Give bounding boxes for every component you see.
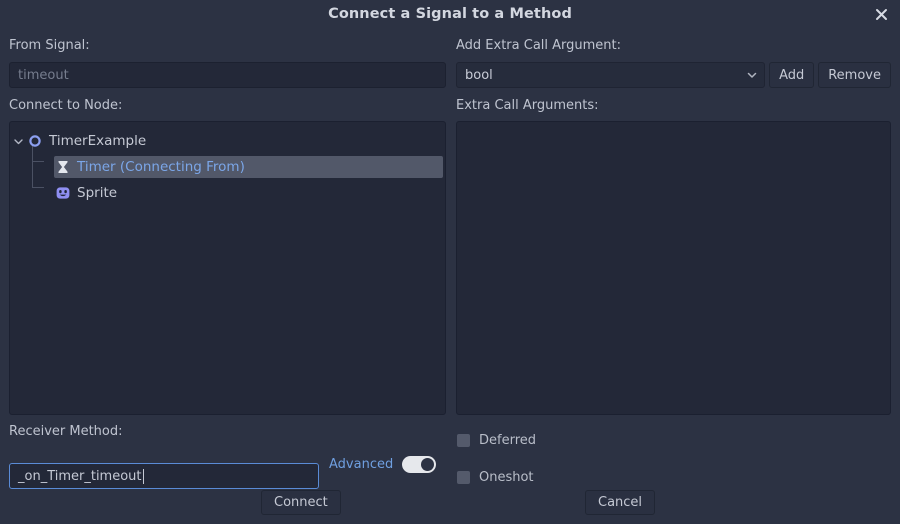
extra-call-argument-label: Add Extra Call Argument: — [456, 38, 622, 53]
node2d-icon — [26, 132, 44, 150]
advanced-label: Advanced — [329, 457, 394, 472]
receiver-method-label: Receiver Method: — [9, 424, 123, 439]
advanced-toggle-group[interactable]: Advanced — [329, 456, 437, 473]
close-icon[interactable] — [870, 3, 892, 25]
tree-node-sprite[interactable]: Sprite — [10, 180, 445, 206]
checkbox-label: Oneshot — [479, 469, 534, 485]
text-caret — [142, 468, 144, 484]
checkbox-oneshot[interactable]: Oneshot — [457, 467, 536, 487]
tree-node-label: Sprite — [77, 185, 118, 201]
from-signal-input[interactable]: timeout — [9, 62, 446, 88]
chevron-down-icon[interactable] — [10, 136, 26, 147]
extra-call-arguments-panel[interactable] — [456, 121, 891, 415]
checkbox-deferred[interactable]: Deferred — [457, 430, 536, 450]
advanced-toggle-knob — [421, 458, 435, 471]
tree-node-timerexample[interactable]: TimerExample — [10, 128, 445, 154]
tree-node-label: TimerExample — [49, 133, 147, 149]
tree-node-timer[interactable]: Timer (Connecting From) — [10, 154, 445, 180]
advanced-toggle[interactable] — [402, 456, 437, 473]
receiver-method-value: _on_Timer_timeout — [18, 468, 142, 484]
node-tree[interactable]: TimerExample Timer (Connecting From) Sprit… — [10, 122, 445, 206]
sprite-icon — [54, 184, 72, 202]
extra-call-argument-type-select[interactable]: bool — [456, 62, 766, 88]
checkbox-indicator[interactable] — [457, 433, 470, 447]
dialog-title: Connect a Signal to a Method — [328, 5, 572, 22]
cancel-button[interactable]: Cancel — [585, 490, 656, 515]
from-signal-value: timeout — [18, 67, 69, 83]
receiver-method-input[interactable]: _on_Timer_timeout — [9, 463, 319, 489]
connect-to-node-label: Connect to Node: — [9, 98, 123, 113]
tree-connector-horizontal — [32, 187, 44, 188]
chevron-down-icon — [747, 72, 757, 78]
dialog-titlebar: Connect a Signal to a Method — [0, 0, 900, 27]
add-argument-button[interactable]: Add — [769, 62, 815, 88]
tree-connector-horizontal — [32, 161, 44, 162]
node-tree-panel[interactable]: TimerExample Timer (Connecting From) Sprit… — [9, 121, 446, 415]
tree-node-label: Timer (Connecting From) — [77, 159, 245, 175]
remove-argument-button[interactable]: Remove — [818, 62, 891, 88]
timer-icon — [54, 158, 72, 176]
tree-connector-vertical — [32, 144, 33, 187]
from-signal-label: From Signal: — [9, 38, 90, 53]
connection-options: Deferred Oneshot — [457, 430, 536, 487]
connect-button[interactable]: Connect — [261, 490, 341, 515]
checkbox-indicator[interactable] — [457, 470, 470, 484]
extra-call-argument-type-value: bool — [465, 67, 493, 83]
extra-call-arguments-label: Extra Call Arguments: — [456, 98, 599, 113]
checkbox-label: Deferred — [479, 432, 537, 448]
close-glyph — [875, 8, 887, 20]
